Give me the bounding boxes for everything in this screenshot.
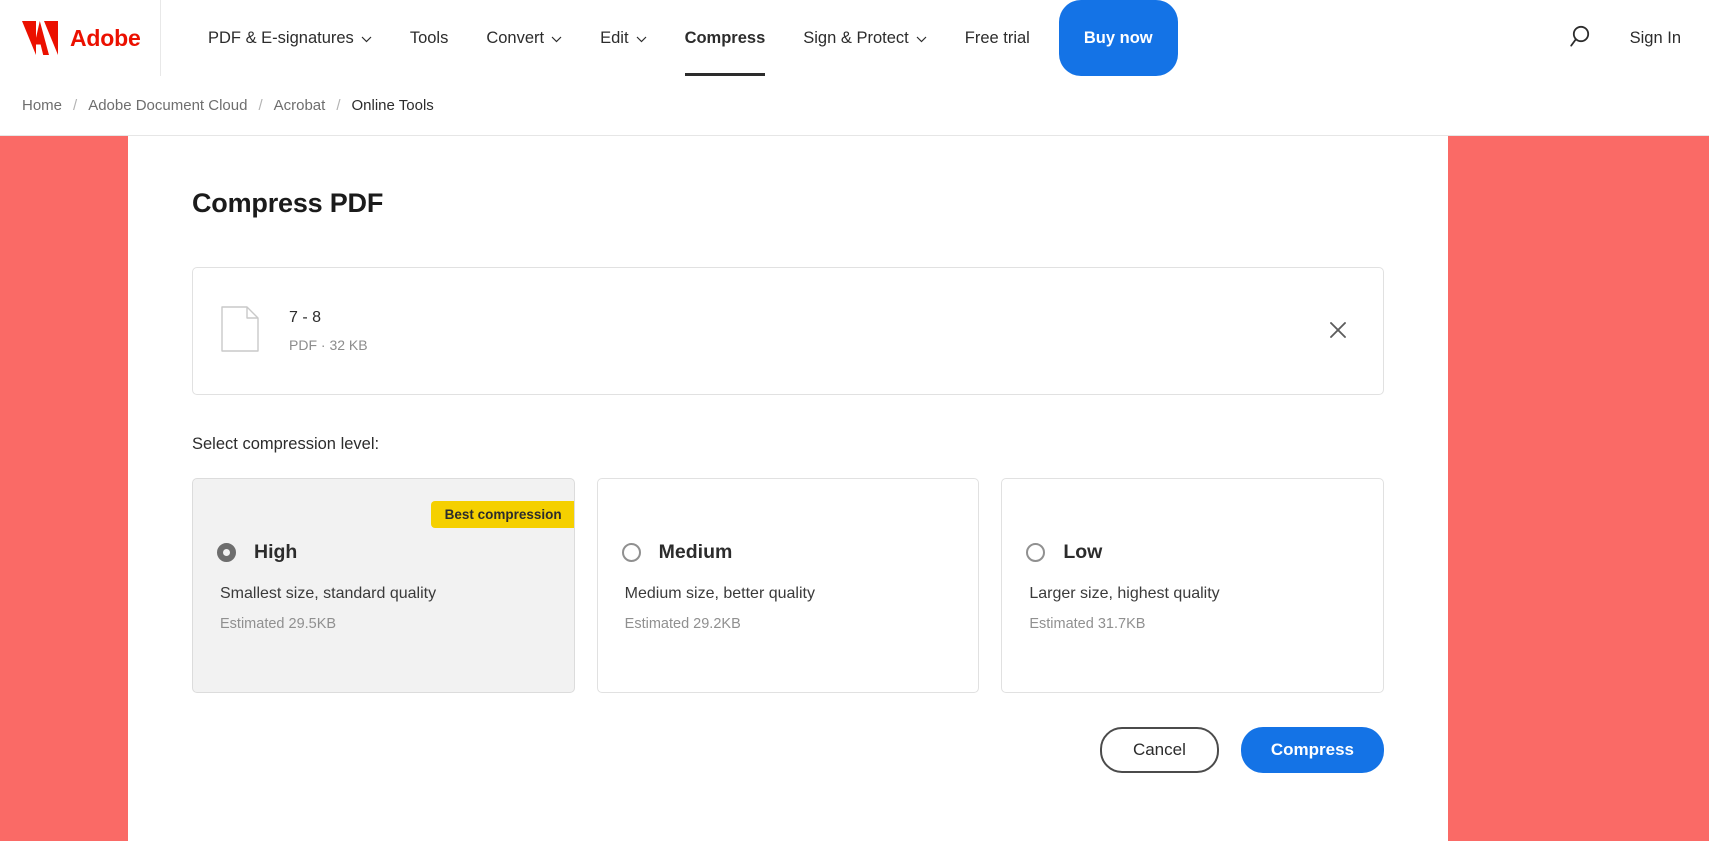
best-compression-badge: Best compression [430, 501, 574, 528]
nav-item-free-trial[interactable]: Free trial [946, 0, 1049, 76]
compression-options: Best compression High Smallest size, sta… [192, 478, 1385, 693]
nav-item-label: Convert [486, 28, 545, 47]
nav-item-sign-protect[interactable]: Sign & Protect [784, 0, 945, 76]
chevron-down-icon [636, 36, 647, 43]
compress-button[interactable]: Compress [1240, 727, 1384, 773]
option-title: High [254, 541, 298, 563]
nav-items: PDF & E-signatures Tools Convert Edit Co… [161, 0, 1565, 76]
action-buttons: Cancel Compress [192, 727, 1384, 773]
main-content: Compress PDF 7 - 8 PDF · 32 KB Select co… [128, 136, 1448, 841]
option-title: Low [1063, 541, 1103, 563]
nav-item-label: Free trial [964, 28, 1030, 47]
buy-now-button[interactable]: Buy now [1058, 0, 1178, 76]
left-side-panel [0, 136, 128, 841]
page-title: Compress PDF [192, 188, 384, 218]
file-details: PDF · 32 KB [289, 337, 368, 353]
breadcrumb-item-online-tools: Online Tools [351, 97, 434, 114]
option-estimate: Estimated 29.2KB [624, 616, 741, 632]
nav-item-edit[interactable]: Edit [581, 0, 665, 76]
search-icon [1569, 23, 1596, 53]
breadcrumb-item-acrobat[interactable]: Acrobat [266, 97, 334, 114]
remove-file-button[interactable] [1321, 314, 1355, 348]
nav-item-convert[interactable]: Convert [467, 0, 581, 76]
nav-right-group: Sign In [1565, 0, 1709, 76]
adobe-brand[interactable]: Adobe [0, 0, 161, 76]
right-side-panel [1448, 136, 1709, 841]
nav-item-label: Compress [684, 28, 766, 47]
document-icon [221, 305, 289, 357]
breadcrumb-separator: / [73, 97, 78, 114]
chevron-down-icon [916, 36, 927, 43]
radio-low[interactable] [1026, 543, 1046, 562]
chevron-down-icon [551, 36, 562, 43]
chevron-down-icon [361, 36, 372, 43]
option-header: High [217, 541, 550, 564]
nav-item-label: Sign & Protect [803, 28, 909, 47]
option-header: Low [1026, 541, 1359, 564]
file-card: 7 - 8 PDF · 32 KB [192, 267, 1384, 395]
nav-item-label: Edit [600, 28, 629, 47]
nav-item-compress[interactable]: Compress [666, 0, 785, 76]
sign-in-link[interactable]: Sign In [1630, 29, 1681, 48]
option-estimate: Estimated 29.5KB [220, 616, 337, 632]
radio-high[interactable] [217, 543, 236, 562]
breadcrumb-item-adobe-document-cloud[interactable]: Adobe Document Cloud [80, 97, 255, 114]
radio-medium[interactable] [621, 543, 641, 562]
cancel-button[interactable]: Cancel [1099, 727, 1219, 773]
nav-item-tools[interactable]: Tools [391, 0, 468, 76]
file-meta: 7 - 8 PDF · 32 KB [289, 309, 1321, 353]
breadcrumb: Home / Adobe Document Cloud / Acrobat / … [0, 76, 1709, 136]
nav-item-label: PDF & E-signatures [208, 28, 354, 47]
adobe-logo-icon [20, 20, 60, 56]
adobe-wordmark: Adobe [70, 24, 141, 51]
search-button[interactable] [1565, 19, 1600, 57]
page-body: Compress PDF 7 - 8 PDF · 32 KB Select co… [0, 136, 1709, 841]
breadcrumb-separator: / [336, 97, 341, 114]
option-title: Medium [658, 541, 733, 563]
nav-item-label: Tools [409, 28, 449, 47]
close-icon [1328, 320, 1348, 343]
nav-item-pdf-esignatures[interactable]: PDF & E-signatures [189, 0, 391, 76]
breadcrumb-separator: / [258, 97, 263, 114]
compression-level-label: Select compression level: [192, 435, 380, 453]
file-name: 7 - 8 [289, 309, 322, 326]
breadcrumb-item-home[interactable]: Home [14, 97, 70, 114]
compression-option-medium[interactable]: Medium Medium size, better quality Estim… [596, 478, 980, 693]
option-description: Medium size, better quality [624, 585, 815, 602]
compression-option-high[interactable]: Best compression High Smallest size, sta… [192, 478, 575, 693]
option-header: Medium [621, 541, 955, 564]
top-navigation-bar: Adobe PDF & E-signatures Tools Convert E… [0, 0, 1709, 76]
compression-option-low[interactable]: Low Larger size, highest quality Estimat… [1001, 478, 1385, 693]
option-estimate: Estimated 31.7KB [1029, 616, 1146, 632]
option-description: Larger size, highest quality [1029, 585, 1220, 602]
option-description: Smallest size, standard quality [220, 585, 437, 602]
